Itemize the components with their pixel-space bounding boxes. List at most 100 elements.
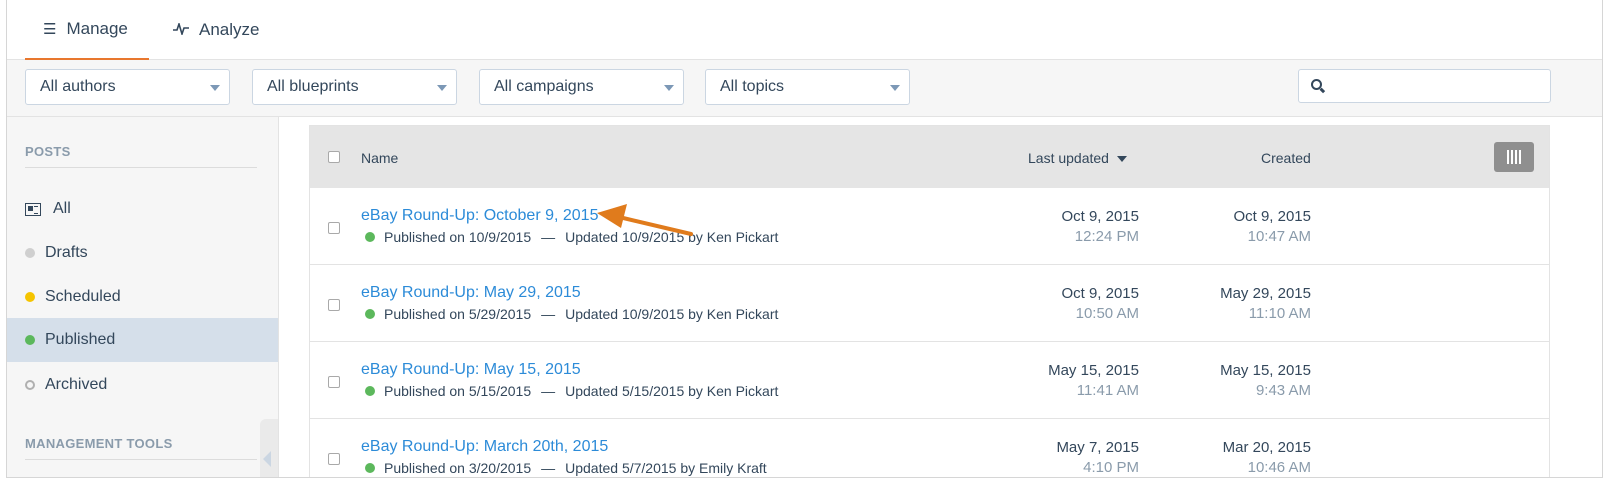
chevron-down-icon [890, 85, 900, 91]
sidebar-item-label: All [53, 200, 71, 217]
updated-info: Updated 5/15/2015 by Ken Pickart [565, 383, 779, 399]
select-all-checkbox[interactable] [328, 151, 340, 163]
created-time: 10:47 AM [1247, 228, 1311, 245]
created-column-header[interactable]: Created [1261, 150, 1311, 166]
sidebar-item-label: Drafts [45, 244, 88, 261]
tab-analyze-label: Analyze [199, 20, 260, 39]
published-date: Published on 10/9/2015 [384, 229, 532, 245]
published-dot-icon [365, 463, 375, 473]
published-dot-icon [365, 386, 375, 396]
updated-date: Oct 9, 2015 [1061, 285, 1139, 302]
created-date: Mar 20, 2015 [1222, 439, 1311, 456]
created-date: May 29, 2015 [1220, 285, 1311, 302]
updated-date: Oct 9, 2015 [1061, 208, 1139, 225]
blueprints-filter-value: All blueprints [267, 78, 359, 95]
tab-manage-label: Manage [66, 19, 128, 38]
divider [25, 167, 257, 168]
newspaper-icon [25, 202, 41, 216]
created-cell: Mar 20, 2015 10:46 AM [1223, 439, 1311, 476]
row-checkbox[interactable] [328, 299, 340, 311]
chevron-down-icon [210, 85, 220, 91]
published-date: Published on 3/20/2015 [384, 460, 532, 476]
updated-time: 4:10 PM [1083, 459, 1139, 476]
row-checkbox[interactable] [328, 222, 340, 234]
updated-date: May 15, 2015 [1048, 362, 1139, 379]
posts-table: Name Last updated Created eBay Round-Up:… [309, 125, 1550, 477]
last-updated-cell: Oct 9, 2015 12:24 PM [1061, 208, 1139, 245]
campaigns-filter-value: All campaigns [494, 78, 594, 95]
post-title-link[interactable]: eBay Round-Up: October 9, 2015 [361, 207, 598, 225]
search-input[interactable] [1298, 69, 1551, 103]
posts-heading: POSTS [25, 144, 71, 159]
post-title-link[interactable]: eBay Round-Up: May 15, 2015 [361, 361, 581, 379]
published-dot-icon [365, 232, 375, 242]
updated-info: Updated 5/7/2015 by Emily Kraft [565, 460, 767, 476]
updated-time: 12:24 PM [1074, 228, 1139, 245]
table-header: Name Last updated Created [310, 126, 1549, 188]
tab-manage[interactable]: ☰ Manage [25, 0, 149, 60]
row-checkbox[interactable] [328, 453, 340, 465]
separator: — [541, 229, 556, 245]
authors-filter[interactable]: All authors [25, 69, 230, 105]
created-date: Oct 9, 2015 [1233, 208, 1311, 225]
updated-info: Updated 10/9/2015 by Ken Pickart [565, 229, 779, 245]
created-date: May 15, 2015 [1220, 362, 1311, 379]
sidebar-item-label: Published [45, 331, 116, 348]
chevron-down-icon [664, 85, 674, 91]
drafts-dot-icon [25, 248, 35, 258]
blueprints-filter[interactable]: All blueprints [252, 69, 457, 105]
last-updated-column-header[interactable]: Last updated [1028, 150, 1127, 166]
published-date: Published on 5/15/2015 [384, 383, 532, 399]
created-cell: May 29, 2015 11:10 AM [1220, 285, 1311, 322]
last-updated-cell: Oct 9, 2015 10:50 AM [1061, 285, 1139, 322]
scheduled-dot-icon [25, 292, 35, 302]
topics-filter-value: All topics [720, 78, 785, 95]
post-meta: Published on 10/9/2015 — Updated 10/9/20… [365, 229, 778, 245]
sidebar-item-drafts[interactable]: Drafts [7, 231, 278, 275]
filter-bar: All authors All blueprints All campaigns… [7, 60, 1602, 117]
divider [25, 459, 257, 460]
published-dot-icon [365, 309, 375, 319]
table-row: eBay Round-Up: May 29, 2015 Published on… [310, 265, 1549, 342]
chevron-down-icon [437, 85, 447, 91]
search-icon [1311, 79, 1322, 90]
sidebar-item-all[interactable]: All [7, 187, 278, 231]
pulse-icon [173, 20, 189, 39]
sidebar-item-published[interactable]: Published [7, 318, 278, 362]
name-column-header[interactable]: Name [361, 150, 398, 166]
tab-analyze[interactable]: Analyze [167, 0, 259, 60]
table-row: eBay Round-Up: March 20th, 2015 Publishe… [310, 419, 1549, 477]
topics-filter[interactable]: All topics [705, 69, 910, 105]
post-title-link[interactable]: eBay Round-Up: May 29, 2015 [361, 284, 581, 302]
published-dot-icon [25, 335, 35, 345]
campaigns-filter[interactable]: All campaigns [479, 69, 684, 105]
created-cell: Oct 9, 2015 10:47 AM [1233, 208, 1311, 245]
table-row: eBay Round-Up: October 9, 2015 Published… [310, 188, 1549, 265]
last-updated-label: Last updated [1028, 150, 1109, 166]
updated-info: Updated 10/9/2015 by Ken Pickart [565, 306, 779, 322]
post-meta: Published on 5/15/2015 — Updated 5/15/20… [365, 383, 778, 399]
table-row: eBay Round-Up: May 15, 2015 Published on… [310, 342, 1549, 419]
updated-time: 10:50 AM [1075, 305, 1139, 322]
column-settings-button[interactable] [1494, 142, 1534, 172]
authors-filter-value: All authors [40, 78, 116, 95]
updated-time: 11:41 AM [1076, 382, 1139, 399]
sidebar: POSTS All Drafts Scheduled Published Arc… [7, 117, 279, 477]
collapse-sidebar-button[interactable] [260, 419, 278, 477]
post-meta: Published on 5/29/2015 — Updated 10/9/20… [365, 306, 778, 322]
app-frame: ☰ Manage Analyze All authors All bluepri… [6, 0, 1603, 478]
updated-date: May 7, 2015 [1056, 439, 1139, 456]
tab-bar: ☰ Manage Analyze [7, 0, 1602, 60]
created-time: 9:43 AM [1255, 382, 1311, 399]
row-checkbox[interactable] [328, 376, 340, 388]
management-tools-heading: MANAGEMENT TOOLS [25, 436, 173, 451]
published-date: Published on 5/29/2015 [384, 306, 532, 322]
sidebar-item-label: Scheduled [45, 288, 121, 305]
created-time: 10:46 AM [1247, 459, 1311, 476]
created-cell: May 15, 2015 9:43 AM [1220, 362, 1311, 399]
last-updated-cell: May 15, 2015 11:41 AM [1048, 362, 1139, 399]
sidebar-item-archived[interactable]: Archived [7, 363, 278, 407]
sidebar-item-scheduled[interactable]: Scheduled [7, 275, 278, 319]
separator: — [541, 460, 556, 476]
post-title-link[interactable]: eBay Round-Up: March 20th, 2015 [361, 438, 608, 456]
